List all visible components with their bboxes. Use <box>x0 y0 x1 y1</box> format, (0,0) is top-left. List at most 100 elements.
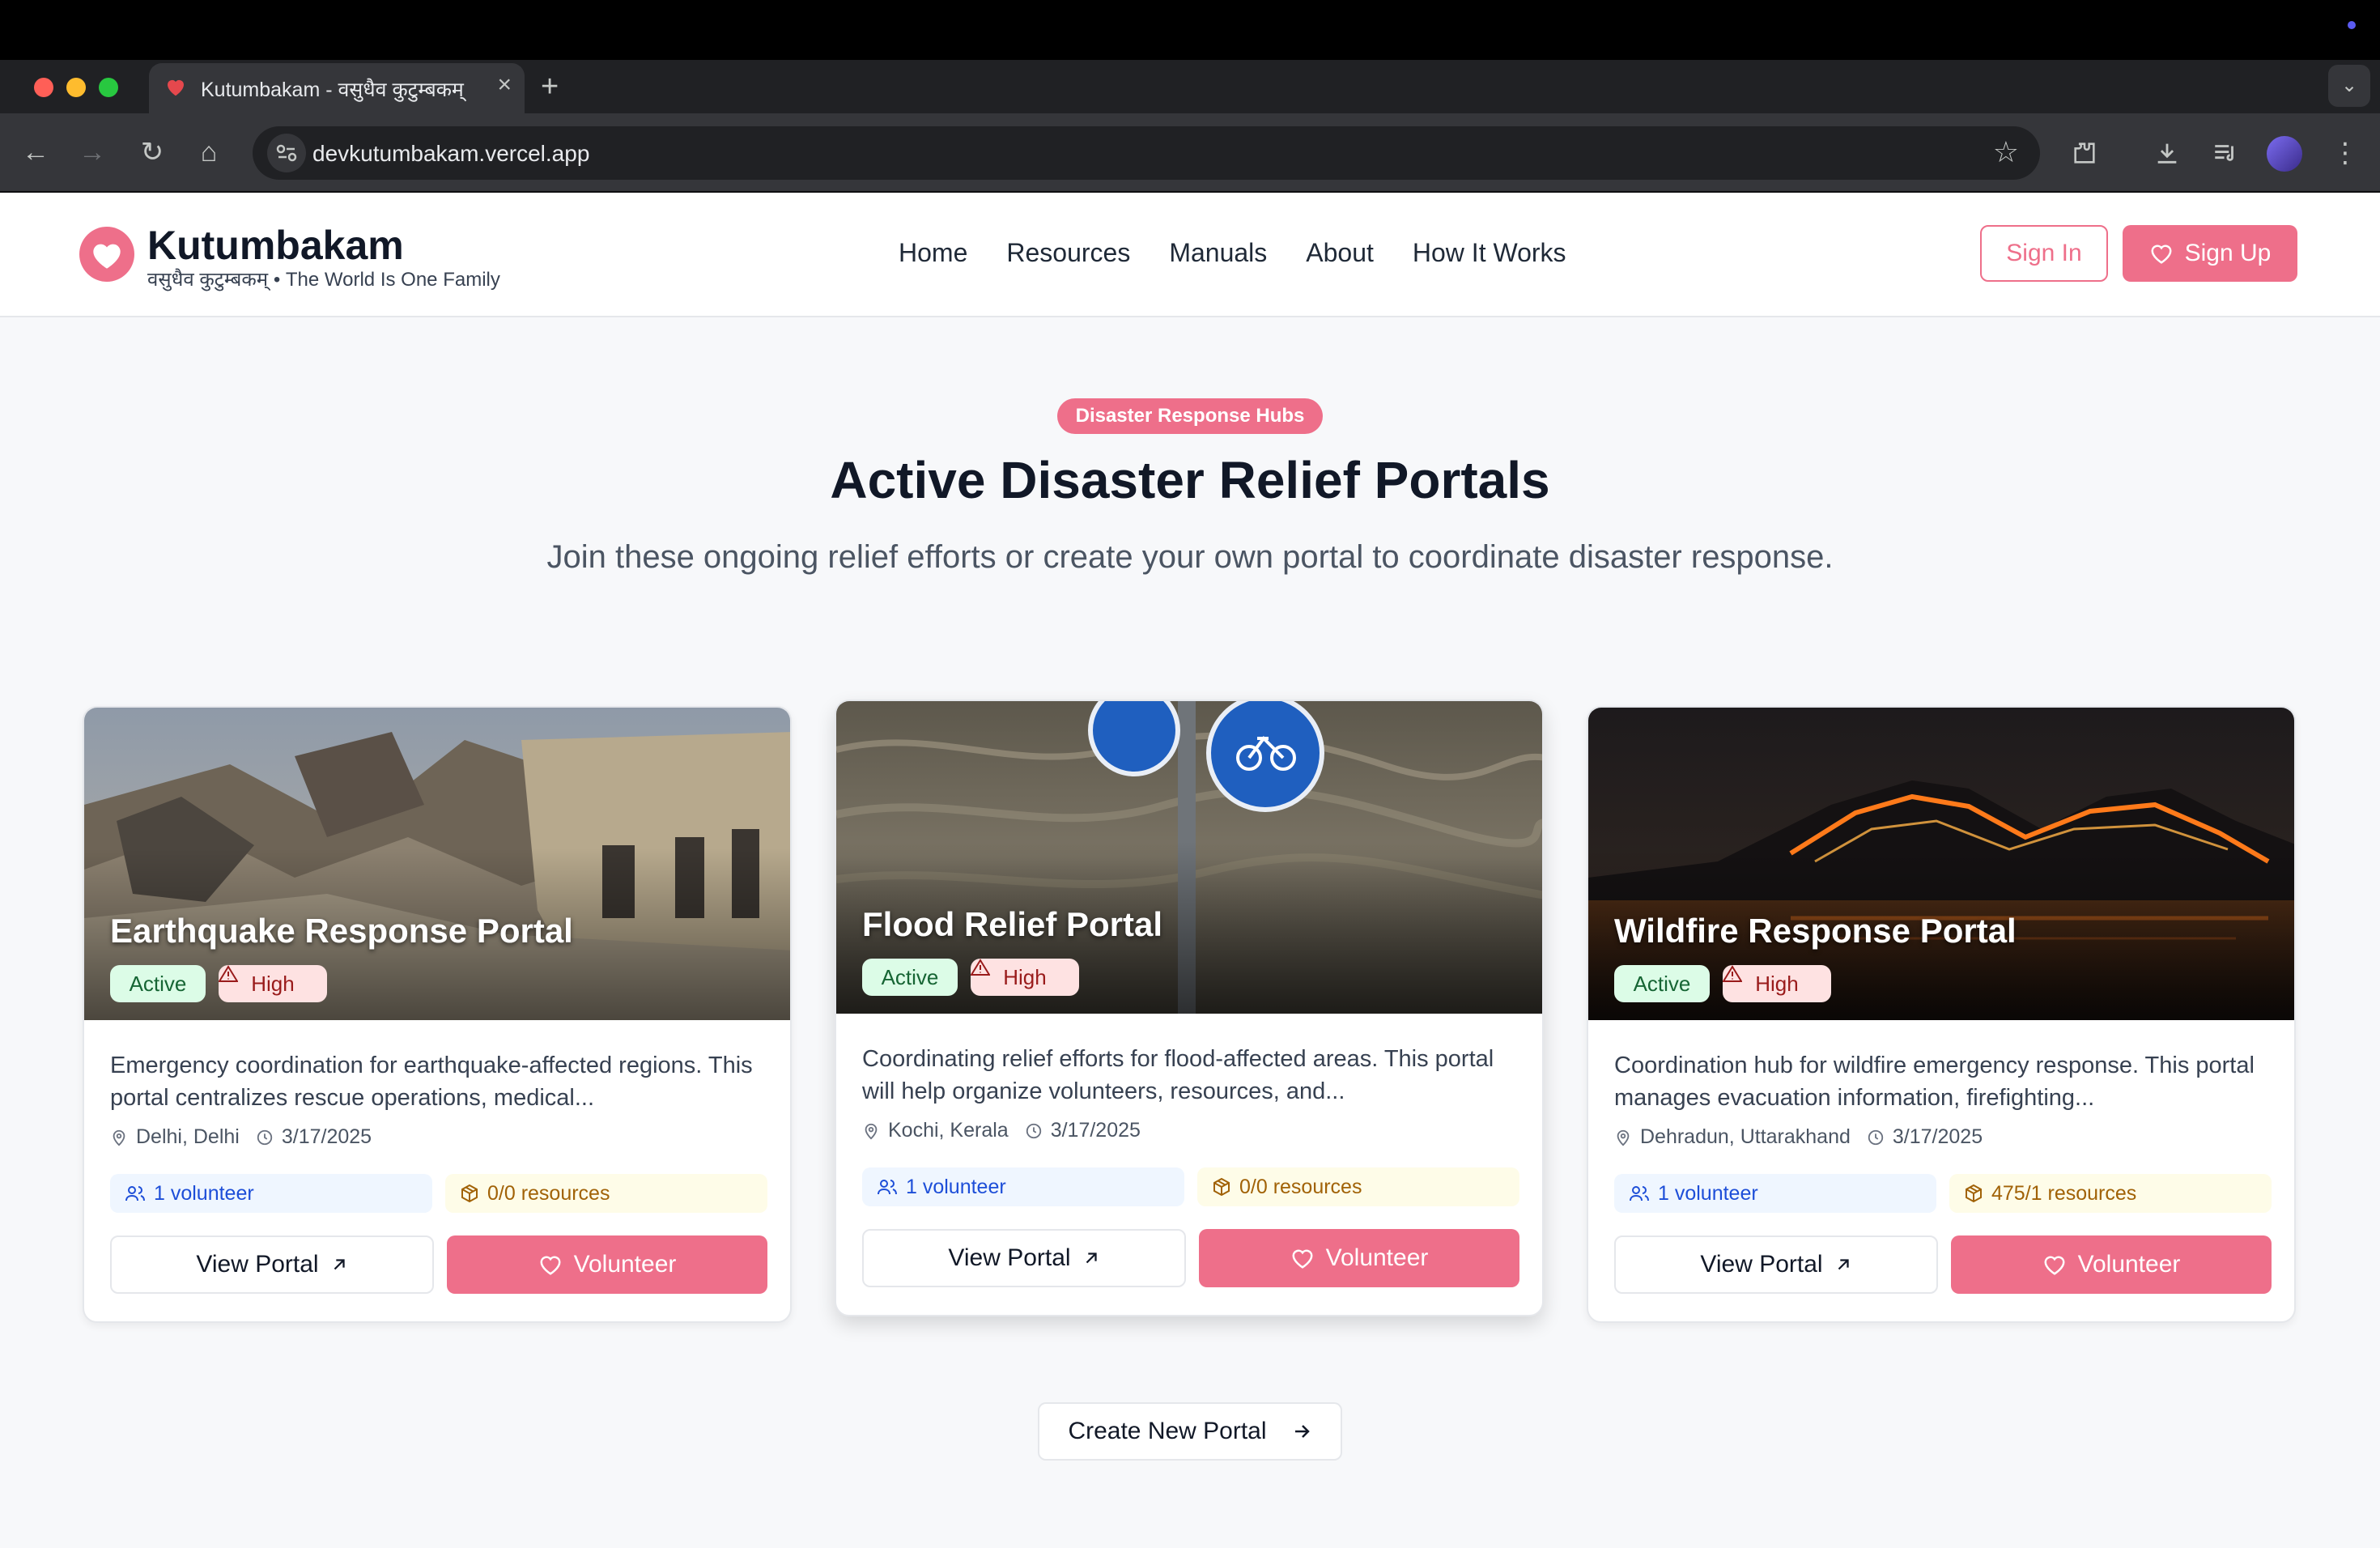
view-portal-button[interactable]: View Portal <box>1614 1235 1938 1294</box>
maximize-window-button[interactable] <box>99 78 118 97</box>
clock-icon <box>1868 1129 1884 1145</box>
wildfire-image: Wildfire Response Portal Active High <box>1588 708 2294 1020</box>
browser-tab-bar: Kutumbakam - वसुधैव कुटुम्बकम् × + ⌄ <box>0 60 2380 113</box>
nav-how-it-works[interactable]: How It Works <box>1413 238 1566 268</box>
brand-tagline: वसुधैव कुटुम्बकम् • The World Is One Fam… <box>147 269 500 291</box>
heart-icon <box>2151 245 2172 264</box>
home-button[interactable]: ⌂ <box>189 133 228 172</box>
reload-button[interactable]: ↻ <box>133 133 172 172</box>
users-icon <box>1630 1186 1649 1201</box>
volunteer-count-label: 1 volunteer <box>1658 1181 1758 1205</box>
severity-label: High <box>1003 964 1047 989</box>
nav-about[interactable]: About <box>1306 238 1374 268</box>
browser-menu-icon[interactable]: ⋮ <box>2325 133 2365 173</box>
card-location: Kochi, Kerala <box>888 1119 1009 1142</box>
severity-badge: High <box>1723 965 1831 1002</box>
status-label: Active <box>1633 971 1691 996</box>
pill-label: Disaster Response Hubs <box>1075 405 1305 427</box>
volunteer-count: 1 volunteer <box>110 1174 432 1213</box>
main-nav: Home Resources Manuals About How It Work… <box>899 238 1566 268</box>
view-portal-button[interactable]: View Portal <box>862 1229 1186 1287</box>
status-dot-icon <box>2348 21 2356 29</box>
alert-triangle-icon <box>1723 965 1742 982</box>
heart-icon <box>168 79 184 96</box>
tab-title: Kutumbakam - वसुधैव कुटुम्बकम् <box>201 79 464 101</box>
nav-home[interactable]: Home <box>899 238 967 268</box>
profile-avatar[interactable] <box>2267 136 2302 172</box>
volunteer-label: Volunteer <box>573 1251 677 1278</box>
sign-in-label: Sign In <box>2006 240 2082 266</box>
create-portal-button[interactable]: Create New Portal <box>1038 1402 1342 1461</box>
heart-icon <box>1292 1249 1313 1269</box>
heart-icon <box>2044 1256 2065 1275</box>
clock-icon <box>257 1129 273 1145</box>
address-bar[interactable]: devkutumbakam.vercel.app ☆ <box>253 126 2040 180</box>
create-portal-label: Create New Portal <box>1068 1418 1267 1444</box>
brand-name[interactable]: Kutumbakam <box>147 222 404 269</box>
volunteer-button[interactable]: Volunteer <box>447 1235 767 1294</box>
volunteer-count-label: 1 volunteer <box>154 1181 254 1205</box>
clock-icon <box>1026 1123 1041 1138</box>
package-icon <box>1213 1177 1230 1197</box>
volunteer-count: 1 volunteer <box>862 1167 1184 1206</box>
view-portal-label: View Portal <box>196 1251 319 1278</box>
nav-manuals[interactable]: Manuals <box>1169 238 1267 268</box>
flood-image: Flood Relief Portal Active High <box>836 701 1542 1014</box>
volunteer-count-label: 1 volunteer <box>906 1175 1006 1198</box>
volunteer-label: Volunteer <box>2077 1251 2181 1278</box>
new-tab-button[interactable]: + <box>541 71 559 102</box>
view-portal-label: View Portal <box>1700 1251 1823 1278</box>
package-icon <box>1966 1184 1982 1203</box>
card-description: Emergency coordination for earthquake-af… <box>110 1053 753 1111</box>
card-date: 3/17/2025 <box>1892 1125 1983 1148</box>
resource-count: 0/0 resources <box>445 1174 767 1213</box>
portal-card-earthquake[interactable]: Earthquake Response Portal Active High E… <box>83 706 792 1323</box>
resource-count: 475/1 resources <box>1949 1174 2272 1213</box>
alert-triangle-icon <box>219 965 238 982</box>
browser-toolbar: ← → ↻ ⌂ devkutumbakam.vercel.app ☆ ⋮ <box>0 113 2380 193</box>
card-date: 3/17/2025 <box>281 1125 372 1148</box>
logo-heart-icon[interactable] <box>79 227 134 282</box>
card-description: Coordinating relief efforts for flood-af… <box>862 1046 1494 1104</box>
severity-badge: High <box>971 959 1079 996</box>
site-header: Kutumbakam वसुधैव कुटुम्बकम् • The World… <box>0 193 2380 317</box>
portal-card-flood[interactable]: Flood Relief Portal Active High Coordina… <box>835 700 1544 1316</box>
close-window-button[interactable] <box>34 78 53 97</box>
bookmark-star-icon[interactable]: ☆ <box>1993 136 2019 168</box>
card-description: Coordination hub for wildfire emergency … <box>1614 1053 2255 1111</box>
severity-label: High <box>251 971 295 996</box>
map-pin-icon <box>113 1129 125 1146</box>
severity-label: High <box>1755 971 1799 996</box>
portal-card-wildfire[interactable]: Wildfire Response Portal Active High Coo… <box>1587 706 2296 1323</box>
sign-up-label: Sign Up <box>2184 240 2272 266</box>
minimize-window-button[interactable] <box>66 78 86 97</box>
view-portal-button[interactable]: View Portal <box>110 1235 434 1294</box>
alert-triangle-icon <box>971 959 990 976</box>
volunteer-button[interactable]: Volunteer <box>1951 1235 2272 1294</box>
status-label: Active <box>129 971 187 996</box>
forward-button[interactable]: → <box>73 133 112 172</box>
map-pin-icon <box>1617 1129 1630 1146</box>
users-icon <box>125 1186 145 1201</box>
back-button[interactable]: ← <box>16 133 55 172</box>
card-meta: Delhi, Delhi 3/17/2025 <box>110 1125 372 1149</box>
extensions-icon[interactable] <box>2064 133 2105 173</box>
media-controls-icon[interactable] <box>2205 133 2246 173</box>
close-tab-icon[interactable]: × <box>497 73 512 97</box>
card-meta: Kochi, Kerala 3/17/2025 <box>862 1119 1141 1142</box>
tab-search-button[interactable]: ⌄ <box>2328 65 2370 107</box>
url-text: devkutumbakam.vercel.app <box>312 141 590 166</box>
downloads-icon[interactable] <box>2147 133 2187 173</box>
sign-up-button[interactable]: Sign Up <box>2123 225 2297 282</box>
sign-in-button[interactable]: Sign In <box>1980 225 2108 282</box>
site-info-icon[interactable] <box>267 134 306 172</box>
card-location: Delhi, Delhi <box>136 1125 240 1148</box>
card-title: Earthquake Response Portal <box>110 912 573 950</box>
resource-count: 0/0 resources <box>1197 1167 1519 1206</box>
browser-tab[interactable]: Kutumbakam - वसुधैव कुटुम्बकम् × <box>149 63 525 113</box>
severity-badge: High <box>219 965 327 1002</box>
status-badge: Active <box>862 959 958 996</box>
heart-icon <box>540 1256 561 1275</box>
nav-resources[interactable]: Resources <box>1006 238 1130 268</box>
volunteer-button[interactable]: Volunteer <box>1199 1229 1519 1287</box>
